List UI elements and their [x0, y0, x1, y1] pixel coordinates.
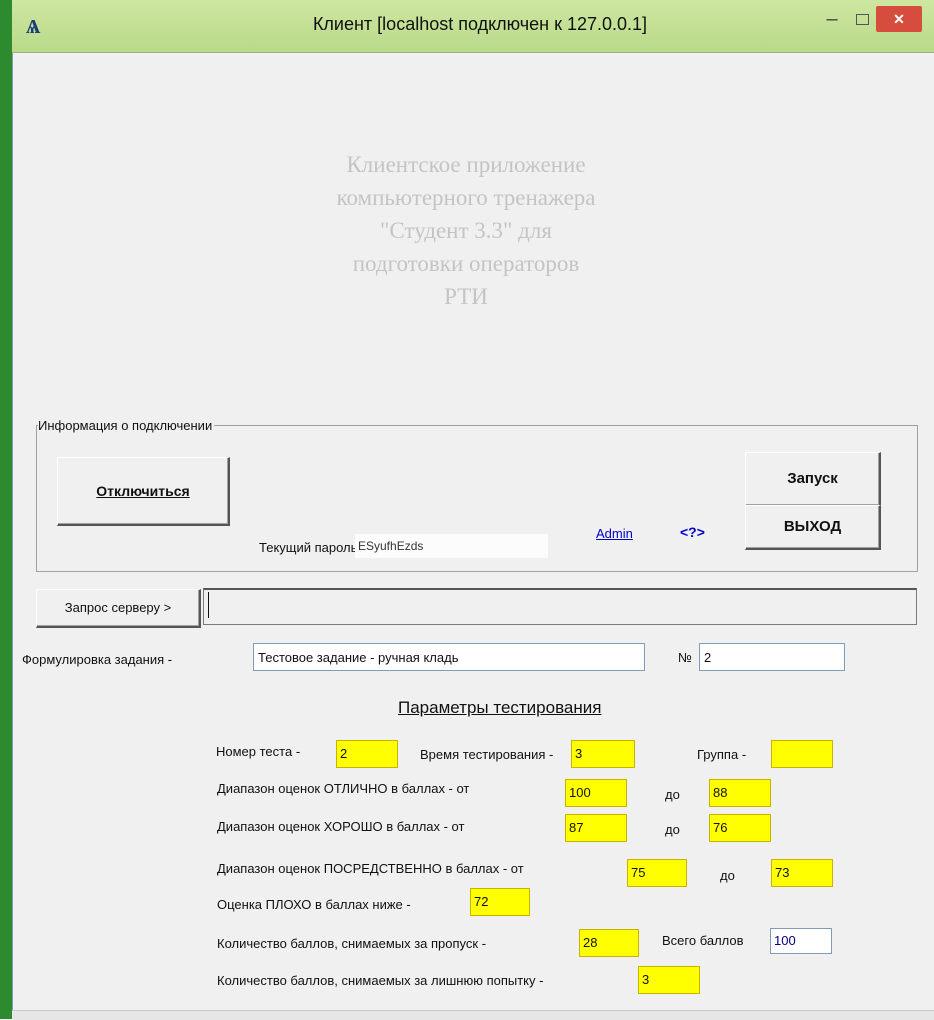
- good-to-label: до: [665, 822, 680, 837]
- password-label: Текущий пароль:: [259, 540, 362, 555]
- group-input[interactable]: [771, 740, 833, 768]
- close-icon: ✕: [893, 11, 905, 27]
- banner-line: РТИ: [444, 284, 488, 309]
- total-points-label: Всего баллов: [662, 933, 744, 948]
- params-heading: Параметры тестирования: [398, 698, 602, 717]
- help-link[interactable]: <?>: [680, 524, 705, 540]
- skip-penalty-input[interactable]: 28: [579, 929, 639, 957]
- poor-grade-input[interactable]: 72: [470, 888, 530, 916]
- desktop-edge: [0, 0, 12, 1019]
- test-time-input[interactable]: 3: [571, 740, 635, 768]
- banner-line: подготовки операторов: [352, 251, 580, 276]
- good-range-label: Диапазон оценок ХОРОШО в баллах - от: [217, 819, 465, 834]
- good-to-input[interactable]: 76: [709, 814, 771, 842]
- excellent-to-label: до: [665, 787, 680, 802]
- total-points-input[interactable]: 100: [770, 928, 832, 954]
- task-number-input[interactable]: 2: [699, 643, 845, 671]
- test-time-label: Время тестирования -: [420, 747, 554, 762]
- satisfactory-to-label: до: [720, 868, 735, 883]
- maximize-icon: [855, 14, 869, 25]
- excellent-from-input[interactable]: 100: [565, 779, 627, 807]
- test-number-input[interactable]: 2: [336, 740, 398, 768]
- satisfactory-from-input[interactable]: 75: [627, 859, 687, 887]
- task-label: Формулировка задания -: [22, 652, 173, 667]
- task-number-label: №: [678, 650, 692, 665]
- password-field[interactable]: ESyufhEzds: [355, 534, 548, 558]
- task-input[interactable]: Тестовое задание - ручная кладь: [253, 643, 645, 671]
- excellent-range-label: Диапазон оценок ОТЛИЧНО в баллах - от: [217, 781, 470, 796]
- launch-button[interactable]: Запуск: [745, 452, 881, 507]
- skip-penalty-label: Количество баллов, снимаемых за пропуск …: [217, 936, 487, 951]
- poor-grade-label: Оценка ПЛОХО в баллах ниже -: [217, 897, 411, 912]
- window-title: Клиент [localhost подключен к 127.0.0.1]: [312, 14, 648, 34]
- connection-group-label: Информация о подключении: [38, 418, 215, 433]
- exit-button[interactable]: ВЫХОД: [745, 505, 881, 550]
- excellent-to-input[interactable]: 88: [709, 779, 771, 807]
- test-number-label: Номер теста -: [216, 744, 301, 759]
- good-from-input[interactable]: 87: [565, 814, 627, 842]
- server-request-input[interactable]: [203, 588, 917, 625]
- text-caret: [208, 592, 209, 618]
- banner-line: Клиентское приложение: [346, 152, 586, 177]
- extra-attempt-penalty-input[interactable]: 3: [638, 966, 700, 994]
- maximize-button[interactable]: [848, 8, 876, 30]
- minimize-button[interactable]: –: [818, 8, 846, 30]
- app-banner: Клиентское приложение компьютерного трен…: [246, 148, 686, 313]
- satisfactory-to-input[interactable]: 73: [771, 859, 833, 887]
- disconnect-button[interactable]: Отключиться: [57, 457, 230, 526]
- close-button[interactable]: ✕: [876, 6, 922, 32]
- extra-attempt-penalty-label: Количество баллов, снимаемых за лишнюю п…: [217, 973, 544, 988]
- app-logo-icon[interactable]: Ѧ: [26, 14, 48, 38]
- group-label: Группа -: [697, 747, 747, 762]
- minimize-icon: –: [826, 8, 838, 30]
- banner-line: "Студент 3.3" для: [380, 218, 552, 243]
- admin-link[interactable]: Admin: [596, 526, 633, 541]
- server-request-button[interactable]: Запрос серверу >: [36, 589, 201, 628]
- banner-line: компьютерного тренажера: [336, 185, 596, 210]
- satisfactory-range-label: Диапазон оценок ПОСРЕДСТВЕННО в баллах -…: [217, 861, 524, 876]
